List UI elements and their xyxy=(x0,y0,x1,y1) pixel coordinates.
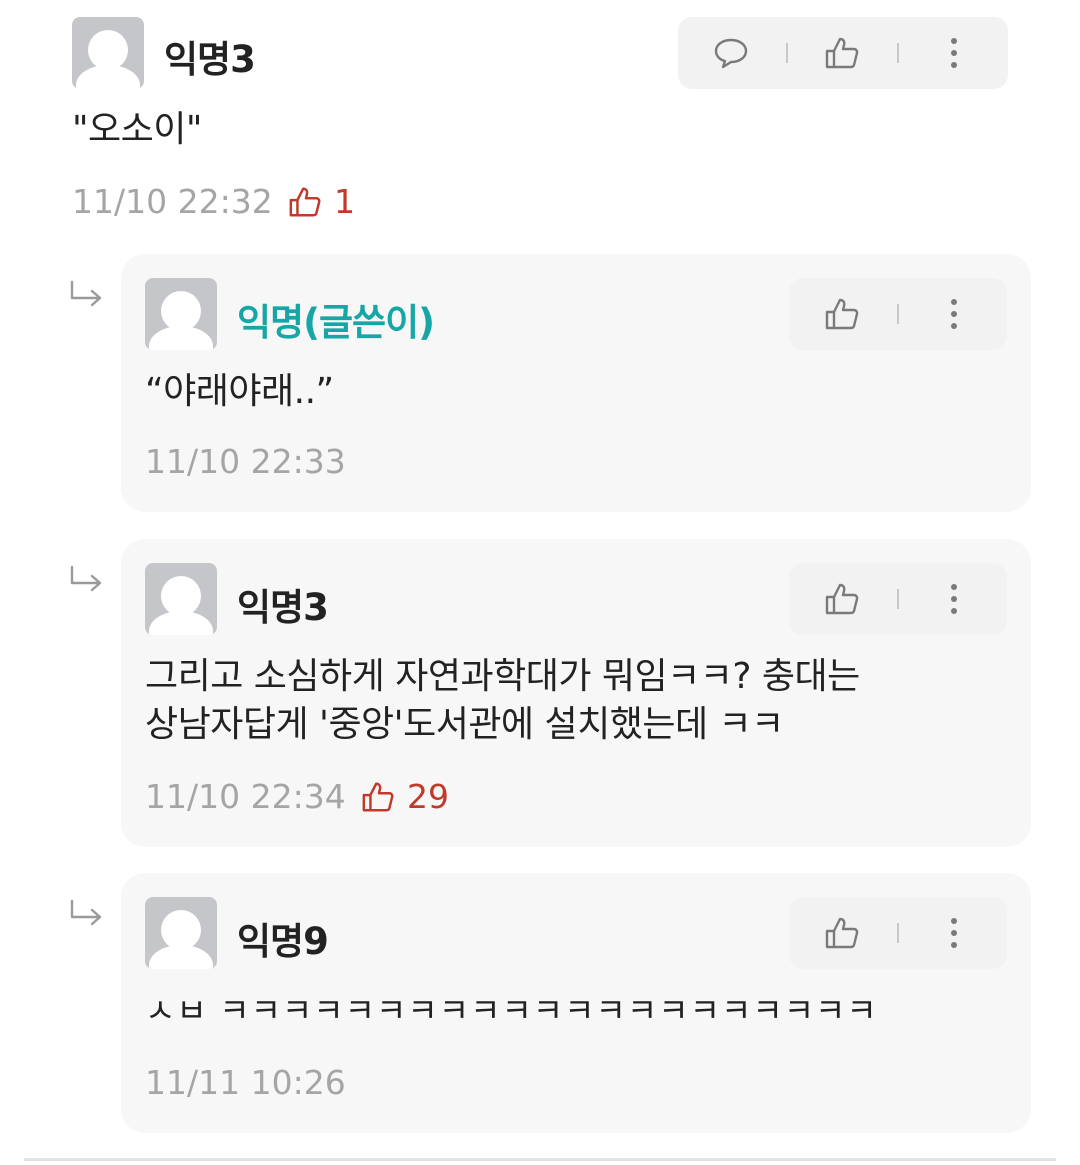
thumbs-up-icon xyxy=(289,187,321,216)
reply-button[interactable] xyxy=(696,17,766,89)
vertical-ellipsis-icon xyxy=(951,584,957,614)
divider xyxy=(897,923,899,943)
more-button[interactable] xyxy=(919,278,989,350)
reply-timestamp: 11/10 22:34 xyxy=(145,777,346,816)
reply-text: ㅅㅂ ㅋㅋㅋㅋㅋㅋㅋㅋㅋㅋㅋㅋㅋㅋㅋㅋㅋㅋㅋㅋㅋ xyxy=(145,991,878,1030)
reply-arrow-icon xyxy=(70,899,102,926)
like-button[interactable] xyxy=(807,17,877,89)
comment-timestamp: 11/10 22:32 xyxy=(72,182,273,221)
thumbs-up-icon xyxy=(825,37,859,69)
divider xyxy=(897,589,899,609)
reply-timestamp: 11/10 22:33 xyxy=(145,442,346,481)
reply-card: 익명3 그리고 소심하게 자연과학대가 뭐임ㅋㅋ? 충대는 상남자답게 '중앙'… xyxy=(121,539,1031,847)
like-button[interactable] xyxy=(807,897,877,969)
reply-text-line: 상남자답게 '중앙'도서관에 설치했는데 ㅋㅋ xyxy=(145,704,784,745)
like-button[interactable] xyxy=(807,563,877,635)
divider xyxy=(897,304,899,324)
comment-actions xyxy=(678,17,1008,89)
divider xyxy=(786,43,788,63)
reply-actions xyxy=(789,563,1007,635)
thumbs-up-icon xyxy=(362,782,394,811)
like-button[interactable] xyxy=(807,278,877,350)
reply-nickname[interactable]: 익명(글쓴이) xyxy=(237,292,435,346)
like-count: 29 xyxy=(407,777,449,816)
reply-arrow-icon xyxy=(70,280,102,307)
comment-text: "오소이" xyxy=(72,109,202,150)
vertical-ellipsis-icon xyxy=(951,918,957,948)
reply-actions xyxy=(789,278,1007,350)
reply-card: 익명9 ㅅㅂ ㅋㅋㅋㅋㅋㅋㅋㅋㅋㅋㅋㅋㅋㅋㅋㅋㅋㅋㅋㅋㅋ 11/11 10:26 xyxy=(121,873,1031,1133)
avatar[interactable] xyxy=(145,563,217,635)
divider xyxy=(897,43,899,63)
reply-timestamp: 11/11 10:26 xyxy=(145,1063,346,1102)
reply-nickname[interactable]: 익명9 xyxy=(237,911,329,965)
speech-bubble-icon xyxy=(714,38,748,69)
like-count-badge: 1 xyxy=(288,182,355,221)
vertical-ellipsis-icon xyxy=(951,299,957,329)
reply-text: “야래야래..” xyxy=(145,371,334,412)
avatar[interactable] xyxy=(145,278,217,350)
reply-actions xyxy=(789,897,1007,969)
more-button[interactable] xyxy=(919,563,989,635)
vertical-ellipsis-icon xyxy=(951,38,957,68)
reply-nickname[interactable]: 익명3 xyxy=(237,577,329,631)
reply-card: 익명(글쓴이) “야래야래..” 11/10 22:33 xyxy=(121,254,1031,512)
more-button[interactable] xyxy=(919,17,989,89)
thumbs-up-icon xyxy=(825,917,859,949)
like-count: 1 xyxy=(334,182,355,221)
avatar[interactable] xyxy=(145,897,217,969)
reply-arrow-icon xyxy=(70,565,102,592)
like-count-badge: 29 xyxy=(361,777,449,816)
divider xyxy=(24,1158,1056,1161)
thumbs-up-icon xyxy=(825,298,859,330)
reply-text-line: 그리고 소심하게 자연과학대가 뭐임ㅋㅋ? 충대는 xyxy=(145,656,860,697)
comment-nickname[interactable]: 익명3 xyxy=(164,29,256,83)
avatar[interactable] xyxy=(72,17,144,89)
thumbs-up-icon xyxy=(825,583,859,615)
more-button[interactable] xyxy=(919,897,989,969)
